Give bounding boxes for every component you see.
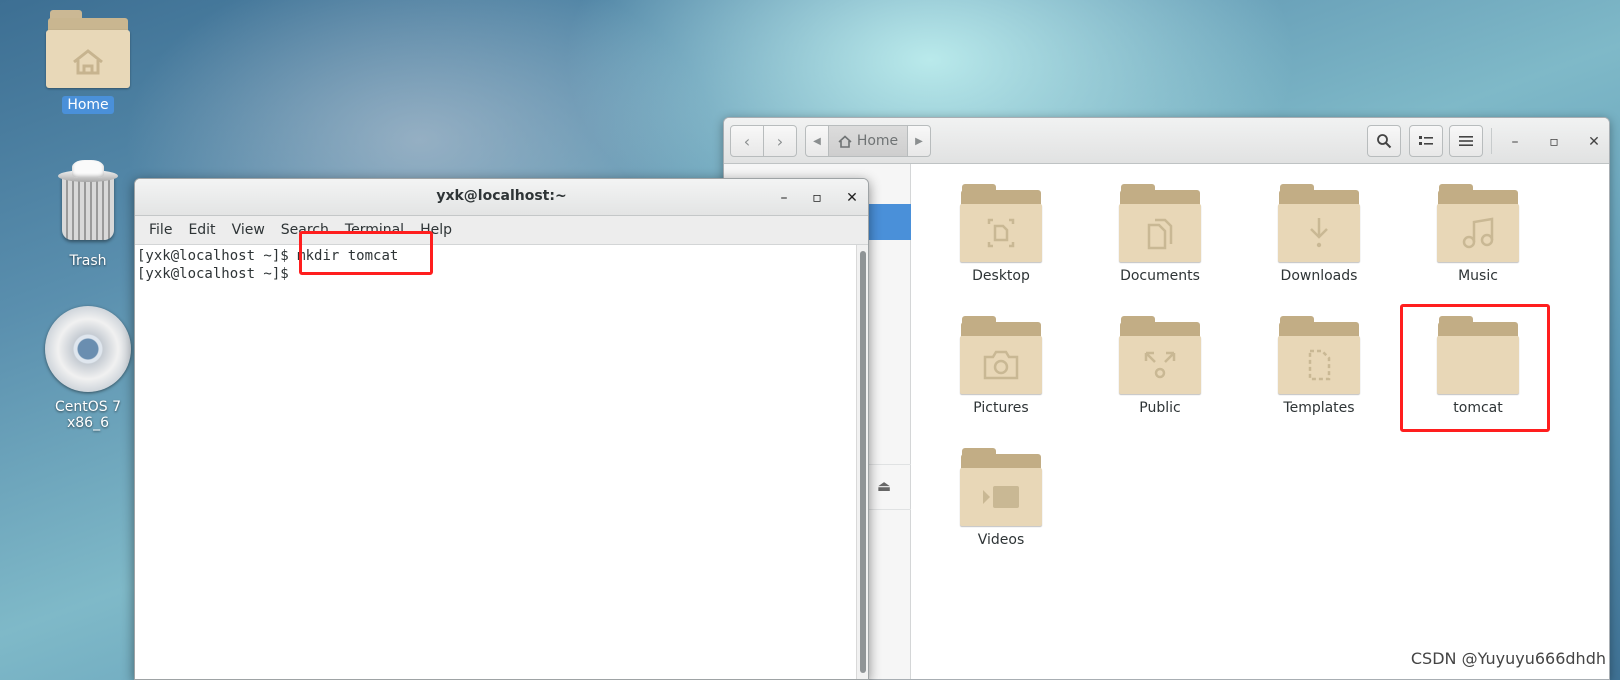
close-button[interactable]: ✕ (840, 186, 864, 210)
path-scroll-right-button[interactable]: ▶ (907, 125, 931, 157)
pictures-folder-icon (960, 314, 1042, 394)
forward-button[interactable]: › (763, 125, 797, 157)
path-home-label: Home (856, 133, 899, 149)
scrollbar-thumb[interactable] (860, 251, 866, 673)
file-item-public[interactable]: Public (1100, 314, 1220, 416)
file-item-label: Downloads (1280, 268, 1358, 284)
file-item-label: Desktop (972, 268, 1030, 284)
desktop-folder-icon (960, 182, 1042, 262)
desktop-icon-label: Home (62, 96, 114, 114)
file-item-pictures[interactable]: Pictures (941, 314, 1061, 416)
desktop-icon-trash[interactable]: Trash (33, 160, 143, 270)
header-separator (1491, 128, 1492, 154)
optical-disc-icon (45, 306, 131, 392)
home-icon (838, 134, 852, 148)
file-item-videos[interactable]: Videos (941, 446, 1061, 548)
search-button[interactable] (1367, 125, 1401, 157)
minimize-button[interactable]: – (772, 186, 796, 210)
desktop-icon-label: Trash (69, 253, 107, 269)
file-item-label: tomcat (1453, 400, 1503, 416)
search-icon (1377, 134, 1392, 149)
terminal-title: yxk@localhost:~ (436, 188, 567, 204)
maximize-button[interactable]: ▫ (805, 186, 829, 210)
minimize-icon: – (1511, 134, 1519, 150)
menu-file[interactable]: File (141, 222, 180, 238)
watermark: CSDN @Yuyuyu666dhdh (1410, 649, 1606, 668)
path-home-button[interactable]: Home (828, 125, 908, 157)
terminal-scrollbar[interactable] (856, 245, 868, 679)
maximize-icon: ▫ (812, 190, 822, 206)
templates-folder-icon (1278, 314, 1360, 394)
file-item-music[interactable]: Music (1418, 182, 1538, 284)
file-item-label: Music (1458, 268, 1498, 284)
file-item-label: Public (1139, 400, 1181, 416)
desktop-icon-home[interactable]: Home (33, 8, 143, 114)
file-item-label: Videos (977, 532, 1025, 548)
maximize-icon: ▫ (1549, 134, 1559, 150)
terminal-window: yxk@localhost:~ – ▫ ✕ File Edit View Sea… (134, 178, 869, 680)
home-folder-icon (46, 8, 130, 88)
back-button[interactable]: ‹ (730, 125, 764, 157)
file-item-label: Templates (1283, 400, 1355, 416)
close-icon: ✕ (846, 190, 858, 206)
app-menu-button[interactable] (1449, 125, 1483, 157)
view-options-button[interactable] (1409, 125, 1443, 157)
terminal-titlebar: yxk@localhost:~ – ▫ ✕ (135, 179, 868, 216)
documents-folder-icon (1119, 182, 1201, 262)
close-icon: ✕ (1588, 134, 1600, 150)
trash-icon (58, 160, 118, 246)
menu-edit[interactable]: Edit (180, 222, 223, 238)
terminal-command: mkdir tomcat (297, 248, 399, 264)
terminal-text: [yxk@localhost ~]$ mkdir tomcat [yxk@loc… (137, 247, 398, 283)
chevron-right-icon: › (776, 131, 784, 151)
downloads-folder-icon (1278, 182, 1360, 262)
file-item-label: Documents (1120, 268, 1200, 284)
triangle-right-icon: ▶ (915, 135, 923, 147)
desktop-icon-label: CentOS 7 x86_6 (54, 399, 121, 431)
list-view-icon (1419, 136, 1433, 145)
file-item-documents[interactable]: Documents (1100, 182, 1220, 284)
path-scroll-left-button[interactable]: ◀ (805, 125, 829, 157)
minimize-button[interactable]: – (1503, 130, 1527, 154)
music-folder-icon (1437, 182, 1519, 262)
terminal-menubar: File Edit View Search Terminal Help (135, 216, 868, 245)
public-folder-icon (1119, 314, 1201, 394)
terminal-prompt: [yxk@localhost ~]$ (137, 248, 298, 264)
hamburger-menu-icon (1459, 136, 1473, 146)
folder-icon (1437, 314, 1519, 394)
file-item-downloads[interactable]: Downloads (1259, 182, 1379, 284)
eject-icon[interactable]: ⏏ (877, 477, 891, 495)
file-item-label: Pictures (973, 400, 1029, 416)
menu-search[interactable]: Search (273, 222, 337, 238)
close-button[interactable]: ✕ (1582, 130, 1606, 154)
desktop-icon-disc[interactable]: CentOS 7 x86_6 (33, 306, 143, 432)
minimize-icon: – (780, 190, 788, 206)
file-view: Desktop Documents Downloads Music Pictur… (911, 164, 1609, 679)
file-manager-headerbar: ‹ › ◀ Home ▶ – ▫ ✕ (724, 118, 1609, 164)
file-item-tomcat[interactable]: tomcat (1418, 314, 1538, 416)
menu-help[interactable]: Help (412, 222, 460, 238)
chevron-left-icon: ‹ (743, 131, 751, 151)
menu-terminal[interactable]: Terminal (337, 222, 412, 238)
triangle-left-icon: ◀ (813, 135, 821, 147)
file-item-desktop[interactable]: Desktop (941, 182, 1061, 284)
terminal-prompt: [yxk@localhost ~]$ (137, 266, 298, 282)
maximize-button[interactable]: ▫ (1542, 130, 1566, 154)
videos-folder-icon (960, 446, 1042, 526)
file-item-templates[interactable]: Templates (1259, 314, 1379, 416)
terminal-output[interactable]: [yxk@localhost ~]$ mkdir tomcat [yxk@loc… (135, 245, 868, 679)
menu-view[interactable]: View (224, 222, 273, 238)
